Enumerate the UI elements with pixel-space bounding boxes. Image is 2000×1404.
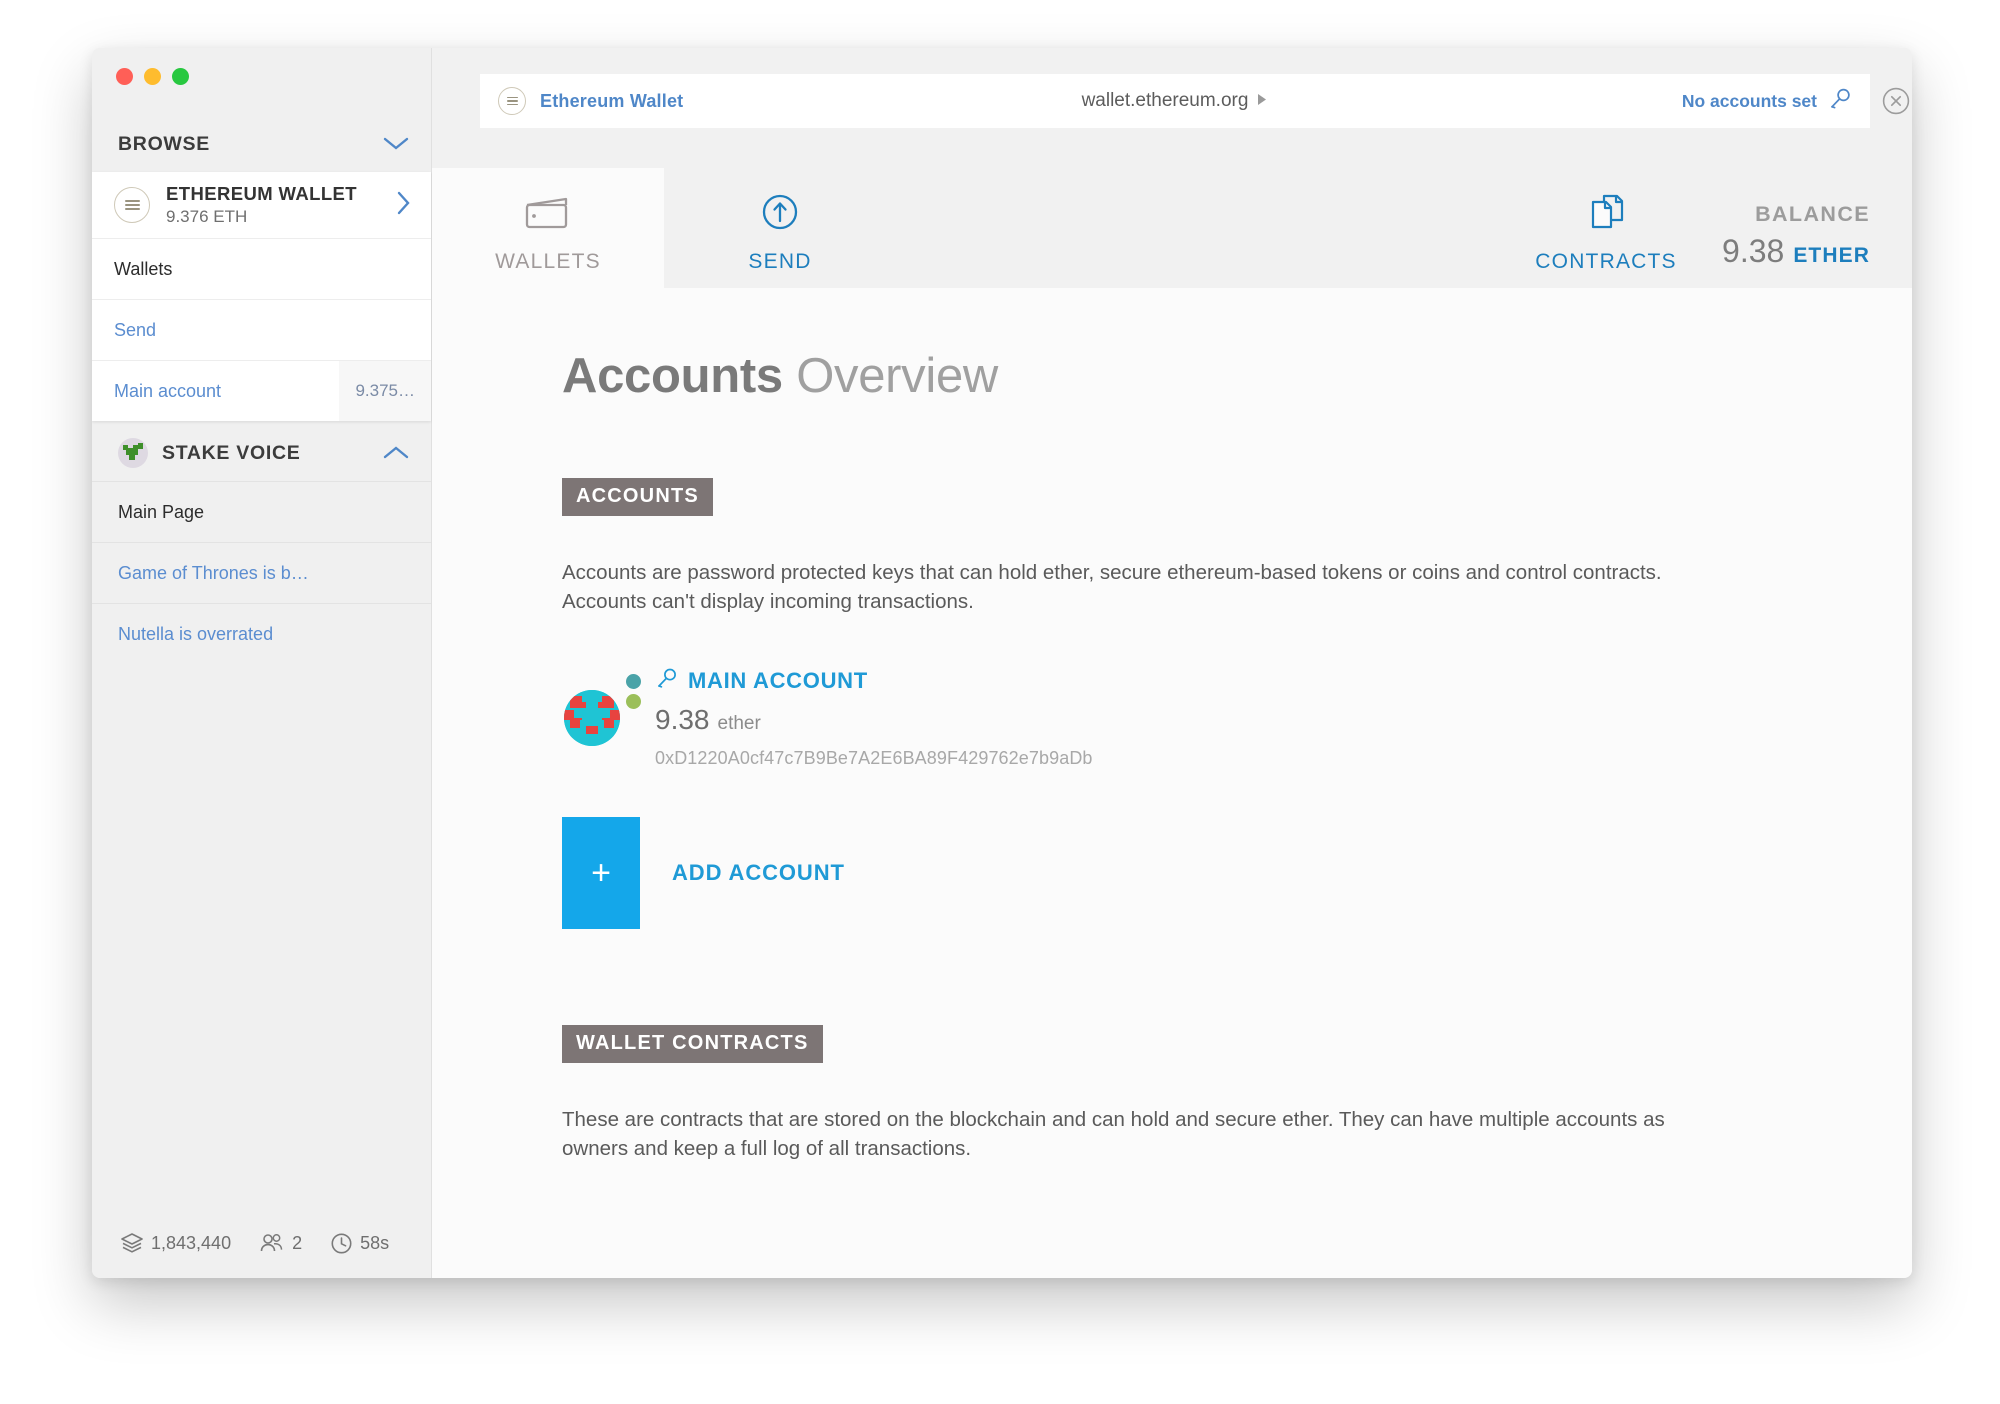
sidebar-item-send[interactable]: Send: [92, 299, 431, 360]
accounts-description: Accounts are password protected keys tha…: [562, 561, 1662, 614]
zoom-window-button[interactable]: [172, 68, 189, 85]
sidebar-status-bar: 1,843,440 2 58s: [92, 1208, 431, 1278]
no-accounts-set-label: No accounts set: [1681, 90, 1817, 111]
sidebar-item-label: Nutella is overrated: [118, 623, 274, 644]
contracts-documents-icon: [1580, 186, 1632, 240]
section-tag-accounts: ACCOUNTS: [562, 478, 713, 516]
send-arrow-up-circle-icon: [754, 186, 806, 240]
header-balance-unit: ETHER: [1793, 244, 1870, 267]
chevron-down-icon[interactable]: [383, 137, 409, 151]
sidebar-section-stake-voice-title: STAKE VOICE: [162, 441, 301, 464]
window-traffic-lights[interactable]: [116, 68, 189, 85]
add-account-label: ADD ACCOUNT: [672, 860, 845, 886]
page-title-bold: Accounts: [562, 349, 783, 403]
sidebar-app-balance: 9.376 ETH: [166, 206, 248, 226]
app-root: BROWSE ETHEREUM WALLET 9.376 ETH Wallets…: [0, 0, 2000, 1404]
header-balance-label: BALANCE: [1755, 202, 1870, 226]
sidebar-item-wallets[interactable]: Wallets: [92, 238, 431, 299]
sidebar-item-label: Send: [114, 319, 157, 340]
sidebar-section-browse-title: BROWSE: [118, 132, 210, 155]
tab-wallets[interactable]: WALLETS: [432, 168, 664, 288]
tab-send-label: SEND: [748, 250, 812, 273]
status-block-count: 1,843,440: [120, 1232, 231, 1254]
page-title-light: Overview: [796, 349, 998, 403]
clock-icon: [330, 1232, 353, 1255]
key-icon[interactable]: [1828, 88, 1852, 115]
browse-app-card: ETHEREUM WALLET 9.376 ETH Wallets Send M…: [92, 172, 431, 421]
account-status-dots: [626, 668, 641, 769]
status-peer-count: 2: [259, 1232, 302, 1254]
status-dot-primary: [626, 674, 641, 690]
add-account-tile[interactable]: +: [562, 817, 640, 930]
sidebar-section-browse-header[interactable]: BROWSE: [92, 116, 431, 172]
play-caret-icon[interactable]: [1257, 93, 1268, 109]
header-balance: BALANCE 9.38 ETHER: [1722, 202, 1912, 288]
ethereum-wallet-icon: [114, 187, 150, 223]
account-address: 0xD1220A0cf47c7B9Be7A2E6BA89F429762e7b9a…: [655, 748, 1093, 769]
sidebar-item-main-account[interactable]: Main account 9.375…: [92, 360, 431, 421]
wallet-contracts-description: These are contracts that are stored on t…: [562, 1108, 1665, 1161]
status-last-block-time: 58s: [330, 1232, 389, 1255]
urlbar-wrapper: Ethereum Wallet wallet.ethereum.org No a…: [432, 48, 1912, 128]
sidebar-app-ethereum-wallet[interactable]: ETHEREUM WALLET 9.376 ETH: [92, 172, 431, 238]
status-last-block-time-value: 58s: [360, 1232, 390, 1253]
main-content: Accounts Overview ACCOUNTS Accounts are …: [432, 288, 1912, 1278]
main-nav-tabs: WALLETS SEND CONTRACTS BALANCE 9.38 ETHE…: [432, 152, 1912, 288]
page-title: Accounts Overview: [562, 348, 1842, 404]
urlbar-host: wallet.ethereum.org: [1081, 90, 1249, 111]
stake-voice-avatar: [118, 438, 148, 468]
account-info: MAIN ACCOUNT 9.38 ether 0xD1220A0cf47c7B…: [655, 668, 1093, 769]
header-balance-value: 9.38: [1722, 233, 1785, 269]
tab-wallets-label: WALLETS: [495, 250, 601, 273]
close-window-button[interactable]: [116, 68, 133, 85]
add-account-button[interactable]: + ADD ACCOUNT: [562, 817, 1842, 930]
sidebar-item-main-page[interactable]: Main Page: [92, 481, 431, 542]
status-peer-count-value: 2: [292, 1232, 303, 1253]
account-name[interactable]: MAIN ACCOUNT: [688, 668, 868, 694]
tab-contracts[interactable]: CONTRACTS: [1490, 168, 1722, 288]
application-window: BROWSE ETHEREUM WALLET 9.376 ETH Wallets…: [92, 48, 1912, 1278]
blocks-layers-icon: [120, 1232, 144, 1254]
chevron-right-icon[interactable]: [397, 191, 411, 220]
wallet-icon: [522, 186, 574, 240]
identicon-avatar: [564, 690, 620, 747]
browser-urlbar[interactable]: Ethereum Wallet wallet.ethereum.org No a…: [480, 74, 1910, 128]
peers-users-icon: [259, 1232, 285, 1254]
close-circle-icon[interactable]: [1882, 87, 1910, 115]
sidebar-app-name: ETHEREUM WALLET: [166, 183, 357, 205]
tab-send[interactable]: SEND: [664, 168, 896, 288]
sidebar-item-label: Main Page: [118, 501, 205, 522]
ethereum-wallet-icon: [498, 87, 526, 115]
account-balance-value: 9.38: [655, 704, 710, 736]
sidebar-item-game-of-thrones[interactable]: Game of Thrones is b…: [92, 542, 431, 603]
plus-icon: +: [591, 854, 611, 893]
sidebar-item-nutella[interactable]: Nutella is overrated: [92, 603, 431, 664]
stake-voice-item-list: Main Page Game of Thrones is b… Nutella …: [92, 481, 431, 664]
sidebar-item-label: Main account: [114, 380, 222, 401]
account-balance-unit: ether: [717, 713, 761, 735]
sidebar-section-stake-voice-header[interactable]: STAKE VOICE: [92, 425, 431, 481]
chevron-up-icon[interactable]: [383, 446, 409, 460]
status-block-count-value: 1,843,440: [151, 1232, 232, 1253]
sidebar-item-balance-badge: 9.375…: [339, 361, 431, 421]
section-tag-wallet-contracts: WALLET CONTRACTS: [562, 1025, 823, 1064]
minimize-window-button[interactable]: [144, 68, 161, 85]
status-dot-secondary: [626, 694, 641, 710]
account-row-main-account[interactable]: MAIN ACCOUNT 9.38 ether 0xD1220A0cf47c7B…: [562, 668, 1842, 769]
main-pane: Ethereum Wallet wallet.ethereum.org No a…: [432, 48, 1912, 1278]
urlbar-app-title: Ethereum Wallet: [540, 90, 684, 111]
urlbar-host-group: wallet.ethereum.org: [480, 90, 1870, 112]
urlbar-accounts-group[interactable]: No accounts set: [1682, 88, 1852, 115]
sidebar-item-label: Wallets: [114, 258, 173, 279]
tab-contracts-label: CONTRACTS: [1535, 250, 1677, 273]
sidebar: BROWSE ETHEREUM WALLET 9.376 ETH Wallets…: [92, 48, 432, 1278]
sidebar-item-label: Game of Thrones is b…: [118, 562, 309, 583]
key-icon: [655, 668, 678, 694]
